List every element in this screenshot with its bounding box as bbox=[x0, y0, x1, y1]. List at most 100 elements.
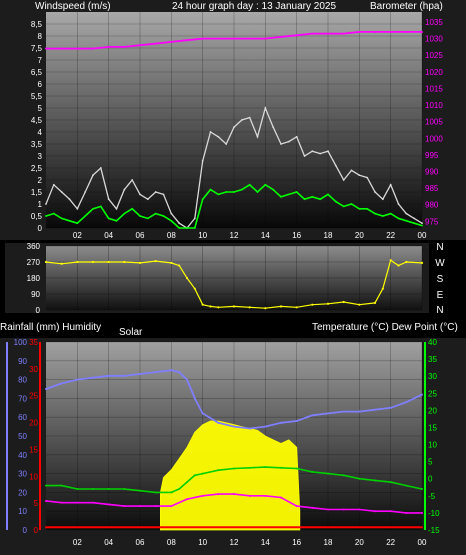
windavg-point bbox=[405, 219, 408, 222]
x-tick-label: 12 bbox=[230, 538, 239, 547]
dewpoint-point bbox=[60, 501, 63, 504]
windavg-point bbox=[107, 217, 110, 220]
barometer-point bbox=[92, 47, 94, 50]
windspeed-point bbox=[107, 198, 110, 201]
windspeed-point bbox=[334, 164, 337, 167]
windspeed-point bbox=[99, 167, 102, 169]
barometer-point bbox=[60, 47, 63, 50]
humidity-tick-label: 20 bbox=[18, 488, 27, 497]
dewpoint-point bbox=[186, 498, 188, 501]
wind-barometer-panel: 0 0,5 1 1,5 2 2,5 3 3,5 4 4,5 5 5,5 6 6,5 7 7,5 8 8,5 975 9… bbox=[0, 0, 466, 240]
x-tick-label: 14 bbox=[261, 538, 270, 547]
wind-tick-label: 3 bbox=[38, 152, 43, 161]
direction-point bbox=[217, 306, 220, 309]
temp-humidity-panel: 010203040506070809010005101520253035-15-… bbox=[0, 338, 466, 555]
windavg-point bbox=[45, 215, 47, 217]
wind-tick-label: 2,5 bbox=[31, 164, 43, 173]
humidity-point bbox=[76, 378, 79, 381]
temperature-point bbox=[139, 489, 141, 492]
x-tick-label: 10 bbox=[198, 231, 207, 240]
humidity-point bbox=[374, 408, 376, 411]
temperature-point bbox=[374, 479, 376, 482]
rain-tick-label: 25 bbox=[29, 392, 38, 401]
rain-tick-label: 20 bbox=[29, 419, 38, 428]
windavg-point bbox=[256, 191, 259, 193]
windspeed-point bbox=[76, 207, 79, 210]
windspeed-point bbox=[272, 126, 275, 129]
windavg-point bbox=[76, 222, 79, 225]
wind-tick-label: 3,5 bbox=[31, 140, 43, 149]
wind-tick-label: 6,5 bbox=[31, 68, 43, 77]
x-tick-label: 04 bbox=[104, 538, 113, 547]
windspeed-point bbox=[193, 217, 196, 220]
barometer-point bbox=[154, 42, 157, 45]
baro-tick-label: 995 bbox=[425, 151, 439, 160]
x-tick-label: 18 bbox=[324, 231, 333, 240]
compass-label: N bbox=[436, 305, 443, 316]
windavg-point bbox=[381, 215, 384, 217]
humidity-tick-label: 30 bbox=[18, 470, 27, 479]
wind-tick-label: 4 bbox=[38, 128, 43, 137]
direction-point bbox=[60, 262, 63, 265]
humidity-tick-label: 100 bbox=[14, 338, 28, 347]
windavg-point bbox=[287, 193, 290, 196]
direction-point bbox=[264, 307, 267, 310]
direction-point bbox=[170, 261, 173, 264]
windavg-point bbox=[421, 224, 423, 227]
wind-tick-label: 8 bbox=[38, 32, 43, 41]
windavg-point bbox=[209, 188, 212, 191]
temp-tick-label: 35 bbox=[428, 355, 437, 364]
windspeed-point bbox=[60, 191, 63, 193]
barometer-point bbox=[248, 37, 251, 40]
windavg-point bbox=[295, 191, 298, 193]
direction-tick-label: 0 bbox=[36, 306, 41, 315]
wind-tick-label: 0,5 bbox=[31, 212, 43, 221]
wind-tick-label: 7,5 bbox=[31, 44, 43, 53]
windavg-point bbox=[342, 205, 345, 208]
temp-tick-label: -15 bbox=[428, 526, 440, 535]
wind-tick-label: 7 bbox=[38, 56, 43, 65]
temperature-point bbox=[217, 469, 220, 472]
direction-point bbox=[311, 303, 314, 306]
temperature-point bbox=[178, 487, 181, 490]
temperature-point bbox=[233, 467, 235, 470]
windavg-point bbox=[240, 188, 243, 191]
windavg-point bbox=[139, 215, 141, 217]
temp-tick-label: 0 bbox=[428, 475, 433, 484]
windspeed-point bbox=[295, 135, 298, 138]
direction-point bbox=[381, 287, 384, 290]
baro-tick-label: 1025 bbox=[425, 51, 443, 60]
temperature-point bbox=[186, 481, 188, 484]
baro-tick-label: 1015 bbox=[425, 84, 443, 93]
humidity-point bbox=[248, 427, 251, 430]
wind-tick-label: 0 bbox=[38, 224, 43, 233]
windavg-point bbox=[162, 215, 165, 217]
baro-tick-label: 1005 bbox=[425, 118, 443, 127]
barometer-point bbox=[374, 30, 376, 33]
windspeed-point bbox=[217, 135, 220, 138]
windavg-point bbox=[170, 219, 173, 222]
windspeed-point bbox=[366, 176, 369, 179]
wind-tick-label: 6 bbox=[38, 80, 43, 89]
dewpoint-point bbox=[358, 508, 361, 511]
barometer-point bbox=[107, 45, 110, 48]
windavg-point bbox=[154, 212, 157, 215]
x-tick-label: 22 bbox=[386, 538, 395, 547]
humidity-point bbox=[389, 406, 392, 409]
windavg-point bbox=[280, 195, 282, 198]
dewpoint-point bbox=[45, 499, 47, 502]
direction-point bbox=[44, 260, 48, 264]
windspeed-point bbox=[405, 212, 408, 215]
dewpoint-point bbox=[107, 503, 110, 506]
windavg-point bbox=[178, 227, 181, 229]
direction-tick-label: 360 bbox=[27, 242, 41, 251]
temperature-point bbox=[264, 466, 267, 469]
windavg-point bbox=[60, 217, 63, 220]
windavg-point bbox=[99, 205, 102, 208]
temperature-point bbox=[123, 487, 126, 490]
windavg-point bbox=[397, 217, 400, 220]
windavg-point bbox=[201, 198, 204, 201]
compass-label: E bbox=[437, 290, 444, 301]
humidity-tick-label: 80 bbox=[18, 376, 27, 385]
temp-tick-label: 30 bbox=[428, 372, 437, 381]
